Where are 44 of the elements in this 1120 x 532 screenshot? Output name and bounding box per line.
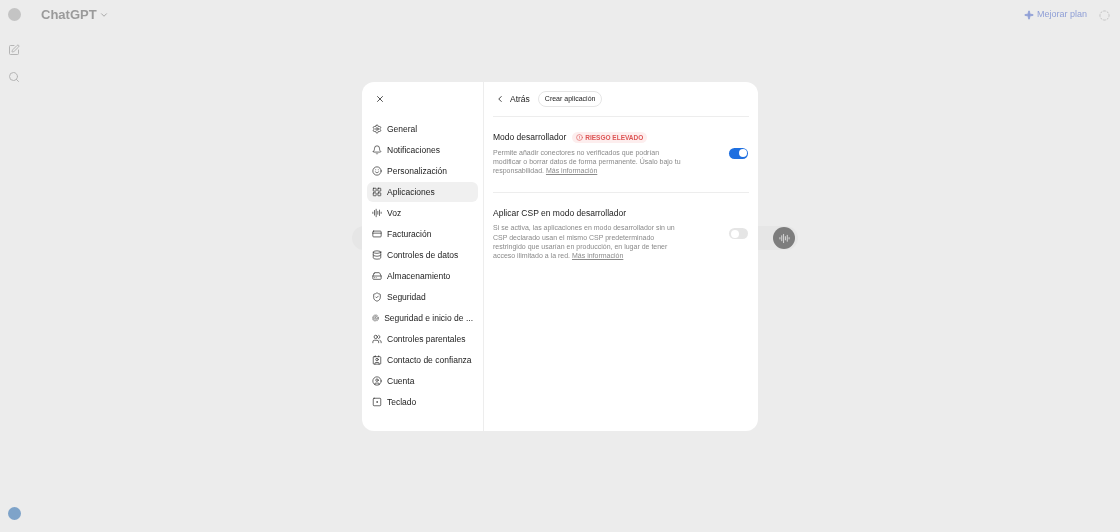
close-icon xyxy=(375,94,385,104)
settings-nav-item[interactable]: Teclado xyxy=(367,392,478,412)
settings-nav-item[interactable]: Almacenamiento xyxy=(367,266,478,286)
settings-nav-item[interactable]: Personalización xyxy=(367,161,478,181)
grid-icon xyxy=(372,187,382,197)
smile-icon xyxy=(372,166,382,176)
voice-button[interactable] xyxy=(773,227,795,249)
chevron-icon xyxy=(98,10,109,20)
logo-icon[interactable] xyxy=(7,8,21,21)
settings-nav-item[interactable]: General xyxy=(367,119,478,139)
credit-card-icon xyxy=(372,229,382,239)
settings-nav-item[interactable]: Contacto de confianza xyxy=(367,350,478,370)
toggle-switch[interactable] xyxy=(729,147,748,159)
fingerprint-icon xyxy=(372,313,380,323)
avatar[interactable] xyxy=(7,507,21,520)
settings-nav-item[interactable]: Seguridad xyxy=(367,287,478,307)
chevron-left-icon xyxy=(495,94,505,104)
settings-nav-item[interactable]: Cuenta xyxy=(367,371,478,391)
settings-nav-item[interactable]: Seguridad e inicio de ... xyxy=(367,308,478,328)
audio-wave-icon xyxy=(778,232,790,244)
user-circle-icon xyxy=(372,376,382,386)
option-title: Aplicar CSP en modo desarrollador xyxy=(493,206,627,220)
new-chat-icon[interactable] xyxy=(8,44,20,56)
settings-nav-item[interactable]: Voz xyxy=(367,203,478,223)
settings-nav-item[interactable]: Aplicaciones xyxy=(367,182,478,202)
search-icon[interactable] xyxy=(8,71,20,83)
shield-icon xyxy=(372,292,382,302)
settings-nav-item[interactable]: Controles parentales xyxy=(367,329,478,349)
audio-wave-icon xyxy=(372,208,382,218)
back-button[interactable]: Atrás xyxy=(493,92,530,106)
settings-nav-item[interactable]: Notificaciones xyxy=(367,140,478,160)
loading-icon[interactable] xyxy=(1099,9,1110,21)
sparkle-icon xyxy=(1023,10,1034,20)
alert-icon xyxy=(576,133,584,141)
drive-icon xyxy=(372,271,382,281)
database-icon xyxy=(372,250,382,260)
users-icon xyxy=(372,334,382,344)
option-title: Modo desarrollador xyxy=(493,131,567,144)
settings-nav-item[interactable]: Facturación xyxy=(367,224,478,244)
contact-icon xyxy=(372,355,382,365)
toggle-switch[interactable] xyxy=(729,228,748,240)
bell-icon xyxy=(372,145,382,155)
settings-nav-item[interactable]: Controles de datos xyxy=(367,245,478,265)
gear-icon xyxy=(372,124,382,134)
